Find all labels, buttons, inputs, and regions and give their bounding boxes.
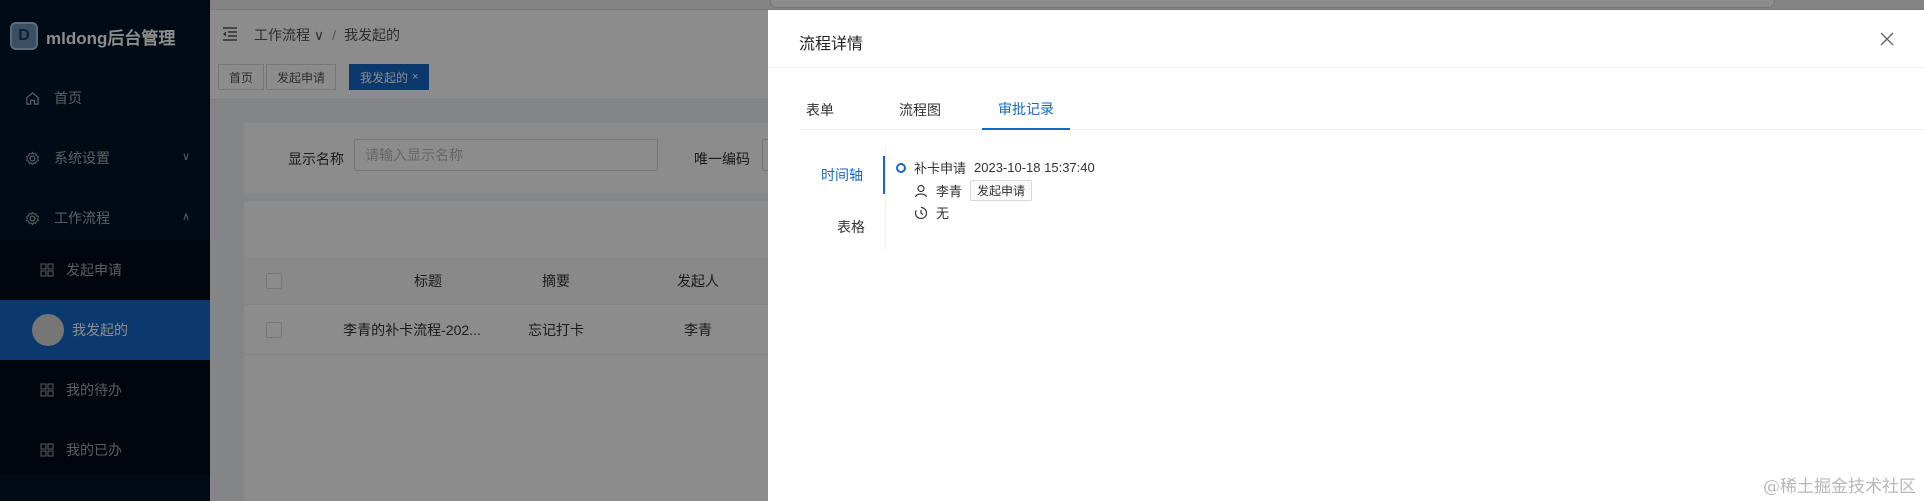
tab-approval-records[interactable]: 审批记录 xyxy=(982,90,1070,130)
timeline-dot xyxy=(896,162,906,173)
tab-timeline[interactable]: 时间轴 xyxy=(798,156,885,194)
tab-flowchart[interactable]: 流程图 xyxy=(891,90,949,130)
timeline-comment: 无 xyxy=(936,206,950,221)
view-tabs: 时间轴 表格 xyxy=(799,146,886,251)
timeline-user-row: 李青 发起申请 xyxy=(914,180,1033,201)
action-tag: 发起申请 xyxy=(970,180,1033,201)
timeline-user: 李青 xyxy=(936,184,963,199)
timeline-time: 2023-10-18 15:37:40 xyxy=(974,160,1095,175)
drawer-header: 流程详情 xyxy=(768,10,1924,68)
tab-table[interactable]: 表格 xyxy=(798,208,885,246)
watermark: @稀土掘金技术社区 xyxy=(1763,477,1916,497)
user-icon xyxy=(914,184,928,197)
clock-icon xyxy=(914,206,928,219)
close-icon[interactable] xyxy=(1878,30,1896,48)
drawer-tabs: 表单 流程图 审批记录 xyxy=(799,90,1924,130)
tab-form[interactable]: 表单 xyxy=(799,90,841,130)
timeline-node-name: 补卡申请 xyxy=(914,161,967,176)
timeline-item-header: 补卡申请 2023-10-18 15:37:40 xyxy=(896,158,1095,177)
process-detail-drawer: 流程详情 表单 流程图 审批记录 时间轴 表格 补卡申请 2023-10-18 … xyxy=(768,10,1924,501)
drawer-title: 流程详情 xyxy=(799,36,864,53)
timeline-comment-row: 无 xyxy=(914,203,949,222)
